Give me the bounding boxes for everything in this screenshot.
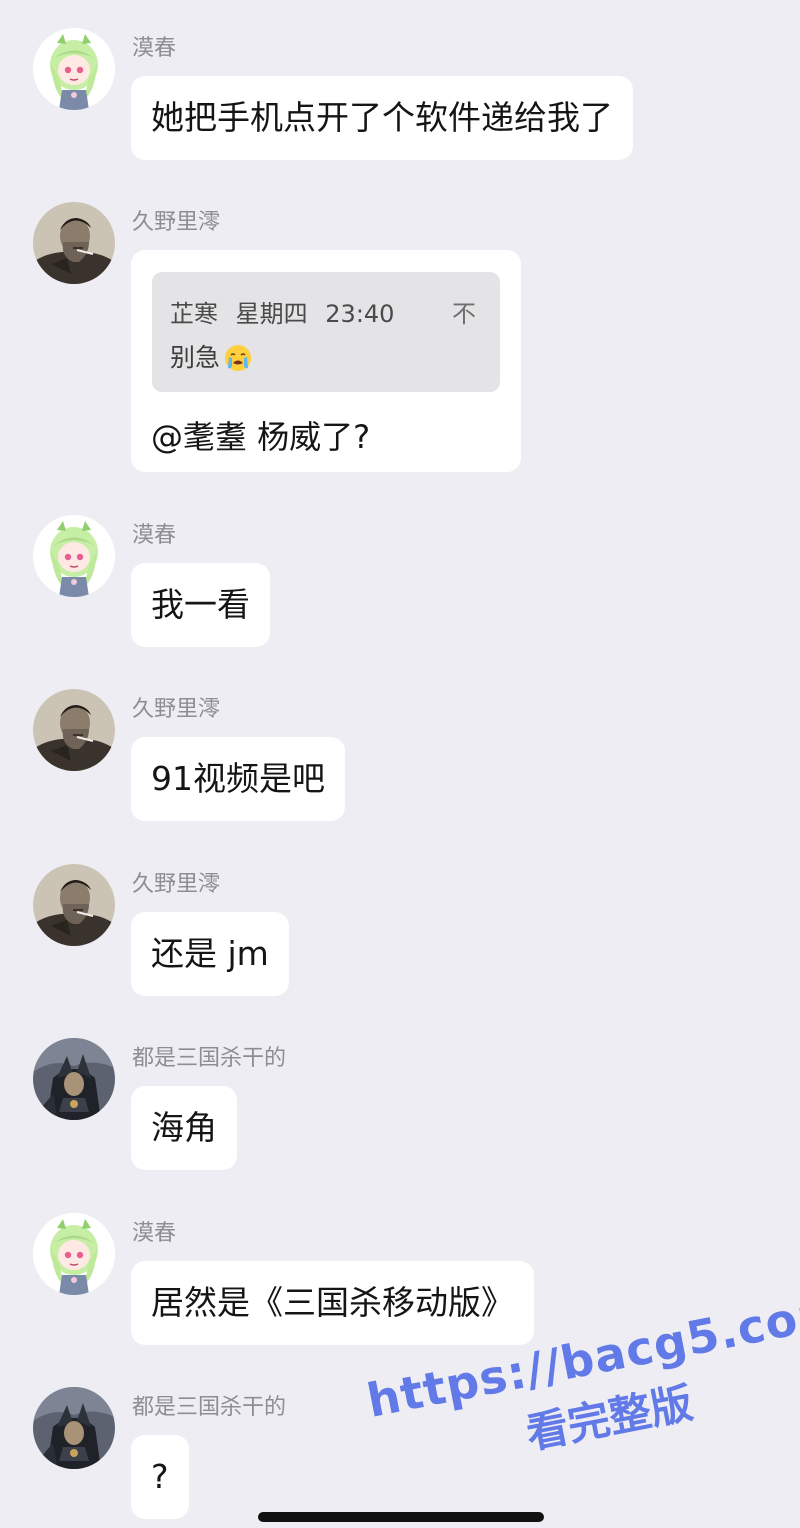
- portrait-man-avatar-icon: [33, 864, 115, 946]
- message-text: @耄耋 杨威了?: [151, 418, 371, 456]
- quoted-message[interactable]: 芷寒 星期四 23:40 不 别急: [152, 272, 500, 392]
- quote-toggle[interactable]: 不: [452, 294, 476, 329]
- portrait-man-avatar-icon: [33, 689, 115, 771]
- quote-time: 23:40: [325, 300, 395, 328]
- avatar[interactable]: [33, 864, 115, 946]
- message-bubble[interactable]: 海角: [131, 1086, 237, 1170]
- crying-face-emoji-icon: [225, 345, 252, 371]
- message-bubble[interactable]: ?: [131, 1435, 189, 1519]
- anime-girl-avatar-icon: [33, 515, 115, 597]
- sender-name: 漠春: [132, 523, 177, 548]
- quote-text: 别急: [170, 343, 221, 372]
- avatar[interactable]: [33, 1213, 115, 1295]
- sender-name: 都是三国杀干的: [132, 1395, 287, 1420]
- avatar[interactable]: [33, 202, 115, 284]
- quote-text-row: 别急: [170, 338, 252, 374]
- message-bubble[interactable]: 我一看: [131, 563, 270, 647]
- quote-day: 星期四: [235, 300, 308, 328]
- sender-name: 漠春: [132, 1221, 177, 1246]
- avatar[interactable]: [33, 28, 115, 110]
- avatar[interactable]: [33, 1387, 115, 1469]
- message-bubble[interactable]: 91视频是吧: [131, 737, 345, 821]
- message-bubble[interactable]: 还是 jm: [131, 912, 289, 996]
- dark-armored-warrior-avatar-icon: [33, 1038, 115, 1120]
- sender-name: 漠春: [132, 36, 177, 61]
- avatar[interactable]: [33, 1038, 115, 1120]
- avatar[interactable]: [33, 515, 115, 597]
- avatar[interactable]: [33, 689, 115, 771]
- quote-author: 芷寒: [170, 300, 218, 328]
- home-indicator[interactable]: [258, 1512, 544, 1522]
- anime-girl-avatar-icon: [33, 1213, 115, 1295]
- quote-reply-bubble[interactable]: 芷寒 星期四 23:40 不 别急 @耄耋 杨威了?: [131, 250, 521, 472]
- quote-meta: 芷寒 星期四 23:40: [170, 294, 394, 329]
- sender-name: 久野里澪: [132, 697, 221, 722]
- anime-girl-avatar-icon: [33, 28, 115, 110]
- dark-armored-warrior-avatar-icon: [33, 1387, 115, 1469]
- sender-name: 久野里澪: [132, 872, 221, 897]
- message-bubble[interactable]: 她把手机点开了个软件递给我了: [131, 76, 633, 160]
- portrait-man-avatar-icon: [33, 202, 115, 284]
- sender-name: 都是三国杀干的: [132, 1046, 287, 1071]
- sender-name: 久野里澪: [132, 210, 221, 235]
